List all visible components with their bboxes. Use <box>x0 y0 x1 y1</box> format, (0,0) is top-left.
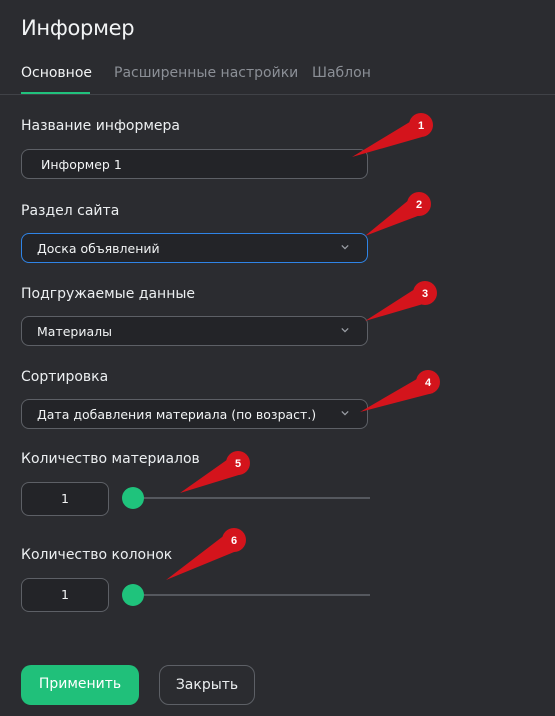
annotation-marker-6: 6 <box>166 528 246 580</box>
annotation-number-2: 2 <box>416 199 422 211</box>
tab-advanced-settings[interactable]: Расширенные настройки <box>114 65 298 81</box>
columns-count-label: Количество колонок <box>21 547 173 563</box>
chevron-down-icon <box>341 410 349 416</box>
materials-count-label: Количество материалов <box>21 451 200 467</box>
sorting-select[interactable]: Дата добавления материала (по возраст.) <box>21 399 368 429</box>
materials-count-input[interactable]: 1 <box>21 482 109 516</box>
annotation-number-1: 1 <box>418 120 424 132</box>
loaded-data-select[interactable]: Материалы <box>21 316 368 346</box>
chevron-down-icon <box>341 327 349 333</box>
sorting-label: Сортировка <box>21 369 109 385</box>
annotation-number-6: 6 <box>231 535 237 547</box>
tab-main[interactable]: Основное <box>21 65 92 81</box>
chevron-down-icon <box>341 244 349 250</box>
annotation-number-4: 4 <box>425 377 432 389</box>
active-tab-indicator <box>21 92 90 94</box>
informer-name-input[interactable]: Информер 1 <box>21 149 368 179</box>
annotation-marker-3: 3 <box>365 281 437 321</box>
close-button[interactable]: Закрыть <box>159 665 255 705</box>
informer-name-value: Информер 1 <box>41 157 122 172</box>
site-section-value: Доска объявлений <box>37 241 160 256</box>
annotation-marker-4: 4 <box>360 370 440 412</box>
materials-count-slider-track[interactable] <box>132 497 370 499</box>
tab-template[interactable]: Шаблон <box>312 65 371 81</box>
apply-button[interactable]: Применить <box>21 665 139 705</box>
annotation-number-5: 5 <box>235 458 241 470</box>
columns-count-slider-track[interactable] <box>132 594 370 596</box>
columns-count-slider-thumb[interactable] <box>122 584 144 606</box>
informer-name-label: Название информера <box>21 118 181 134</box>
site-section-label: Раздел сайта <box>21 203 120 219</box>
materials-count-slider-thumb[interactable] <box>122 487 144 509</box>
site-section-select[interactable]: Доска объявлений <box>21 233 368 263</box>
loaded-data-label: Подгружаемые данные <box>21 286 196 302</box>
dialog-title: Информер <box>21 16 135 40</box>
annotation-marker-2: 2 <box>365 192 431 236</box>
tab-bar: Основное Расширенные настройки Шаблон <box>0 60 555 95</box>
annotation-number-3: 3 <box>422 288 428 300</box>
sorting-value: Дата добавления материала (по возраст.) <box>37 407 317 422</box>
loaded-data-value: Материалы <box>37 324 112 339</box>
columns-count-input[interactable]: 1 <box>21 578 109 612</box>
